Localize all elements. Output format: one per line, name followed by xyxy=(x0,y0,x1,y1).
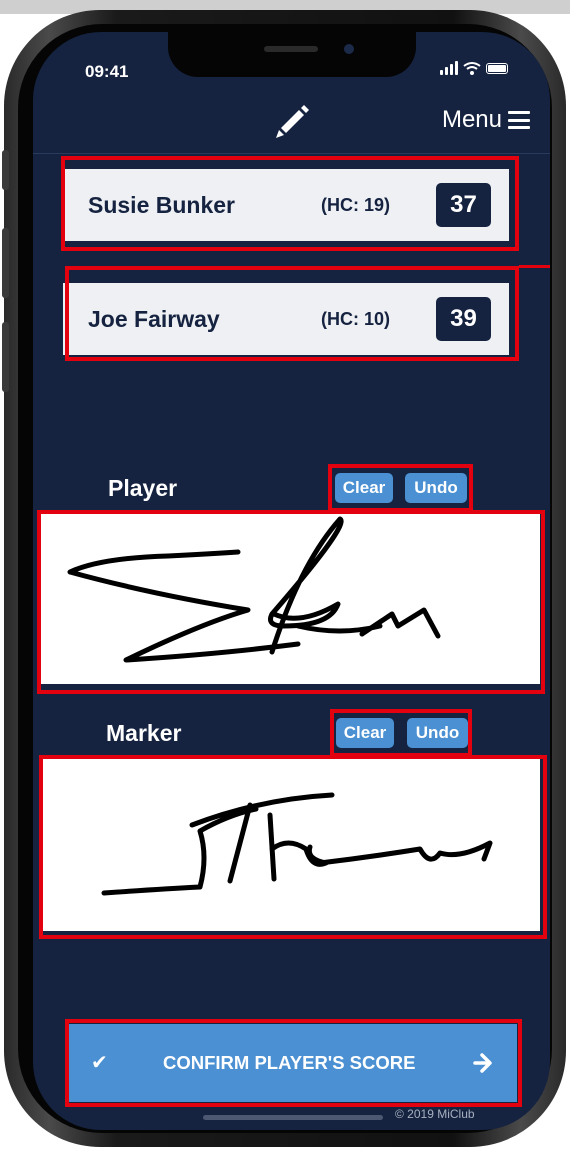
highlight-box xyxy=(330,709,472,757)
callout-line xyxy=(519,265,550,268)
wifi-icon xyxy=(463,62,481,75)
highlight-box xyxy=(39,755,547,939)
mute-switch xyxy=(2,150,9,190)
hamburger-icon xyxy=(508,111,530,129)
player-signature-label: Player xyxy=(108,475,178,501)
copyright-text: © 2019 MiClub xyxy=(395,1107,475,1121)
highlight-box xyxy=(65,266,519,361)
app-header: Menu xyxy=(33,92,550,152)
speaker-grille xyxy=(264,46,318,52)
notch xyxy=(168,32,416,77)
menu-button[interactable]: Menu xyxy=(442,106,530,134)
highlight-box xyxy=(37,510,545,694)
highlight-box xyxy=(328,464,473,512)
status-icons xyxy=(440,61,508,75)
camera-icon xyxy=(344,44,354,54)
highlight-box xyxy=(61,156,519,251)
marker-signature-label: Marker xyxy=(106,720,182,746)
pencil-icon[interactable] xyxy=(271,100,311,140)
header-divider xyxy=(33,153,550,154)
volume-up-button xyxy=(2,228,9,298)
app-screen: 09:41 Menu Susie Bunker (HC: 19) 37 Joe … xyxy=(33,32,550,1130)
menu-label: Menu xyxy=(441,106,502,133)
status-time: 09:41 xyxy=(85,62,129,81)
volume-down-button xyxy=(2,322,9,392)
battery-icon xyxy=(486,63,508,74)
highlight-box xyxy=(65,1019,522,1107)
signal-icon xyxy=(440,61,458,75)
home-indicator[interactable] xyxy=(203,1115,383,1120)
